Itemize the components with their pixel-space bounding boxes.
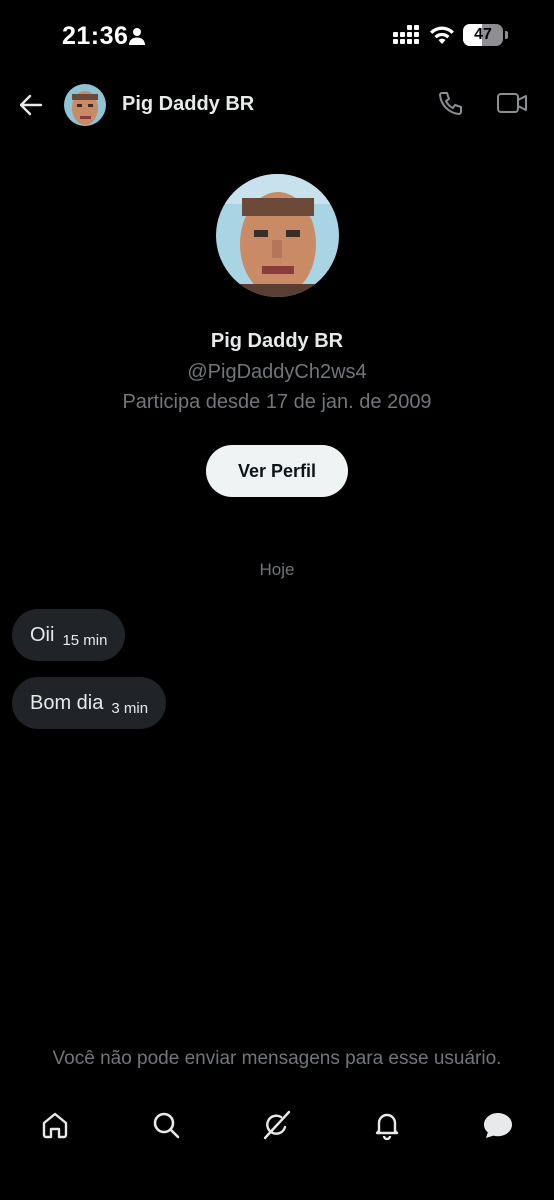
status-bar: 21:36 47 — [0, 0, 554, 76]
bottom-tab-bar — [0, 1100, 554, 1150]
wifi-icon — [429, 25, 455, 45]
status-time: 21:36 — [62, 22, 129, 50]
tab-search[interactable] — [149, 1108, 183, 1142]
dm-conversation-screen: 21:36 47 Pig Daddy BR Pig Daddy BR @PigD… — [0, 0, 554, 1200]
profile-handle: @PigDaddyCh2ws4 — [187, 361, 367, 383]
message-time: 15 min — [62, 631, 108, 649]
call-button[interactable] — [436, 90, 466, 120]
video-call-button[interactable] — [496, 90, 530, 120]
messages-icon — [484, 1113, 512, 1138]
contact-avatar[interactable] — [64, 84, 106, 126]
tab-grok[interactable] — [260, 1108, 294, 1142]
profile-avatar[interactable] — [216, 174, 339, 297]
person-icon — [128, 27, 146, 45]
bell-icon — [375, 1113, 399, 1140]
message-bubble[interactable]: Bom dia 3 min — [12, 677, 167, 729]
date-separator: Hoje — [259, 560, 295, 579]
battery-icon: 47 — [463, 24, 503, 46]
message-text: Bom dia — [30, 691, 104, 714]
profile-name: Pig Daddy BR — [210, 330, 344, 352]
home-icon — [42, 1112, 68, 1139]
profile-joined-date: Participa desde 17 de jan. de 2009 — [122, 391, 432, 413]
view-profile-button[interactable]: Ver Perfil — [206, 445, 348, 497]
grok-icon — [263, 1110, 291, 1140]
avatar-image — [64, 84, 106, 126]
message-bubble[interactable]: Oii 15 min — [12, 609, 126, 661]
search-icon — [153, 1112, 180, 1139]
battery-cap — [505, 31, 508, 39]
message-text: Oii — [30, 623, 55, 646]
tab-notifications[interactable] — [370, 1108, 404, 1142]
tab-messages[interactable] — [481, 1108, 515, 1142]
cannot-send-notice: Você não pode enviar mensagens para esse… — [52, 1048, 502, 1069]
avatar-image — [216, 174, 339, 297]
contact-name[interactable]: Pig Daddy BR — [122, 93, 254, 116]
arrow-left-icon — [19, 94, 43, 116]
message-time: 3 min — [111, 699, 149, 717]
back-button[interactable] — [16, 90, 46, 120]
cellular-signal-icon — [393, 25, 421, 45]
battery-level: 47 — [474, 26, 492, 43]
phone-icon — [439, 92, 462, 115]
status-indicators: 47 — [393, 24, 508, 46]
video-camera-icon — [497, 93, 527, 113]
conversation-header: Pig Daddy BR — [0, 80, 554, 130]
tab-home[interactable] — [38, 1108, 72, 1142]
